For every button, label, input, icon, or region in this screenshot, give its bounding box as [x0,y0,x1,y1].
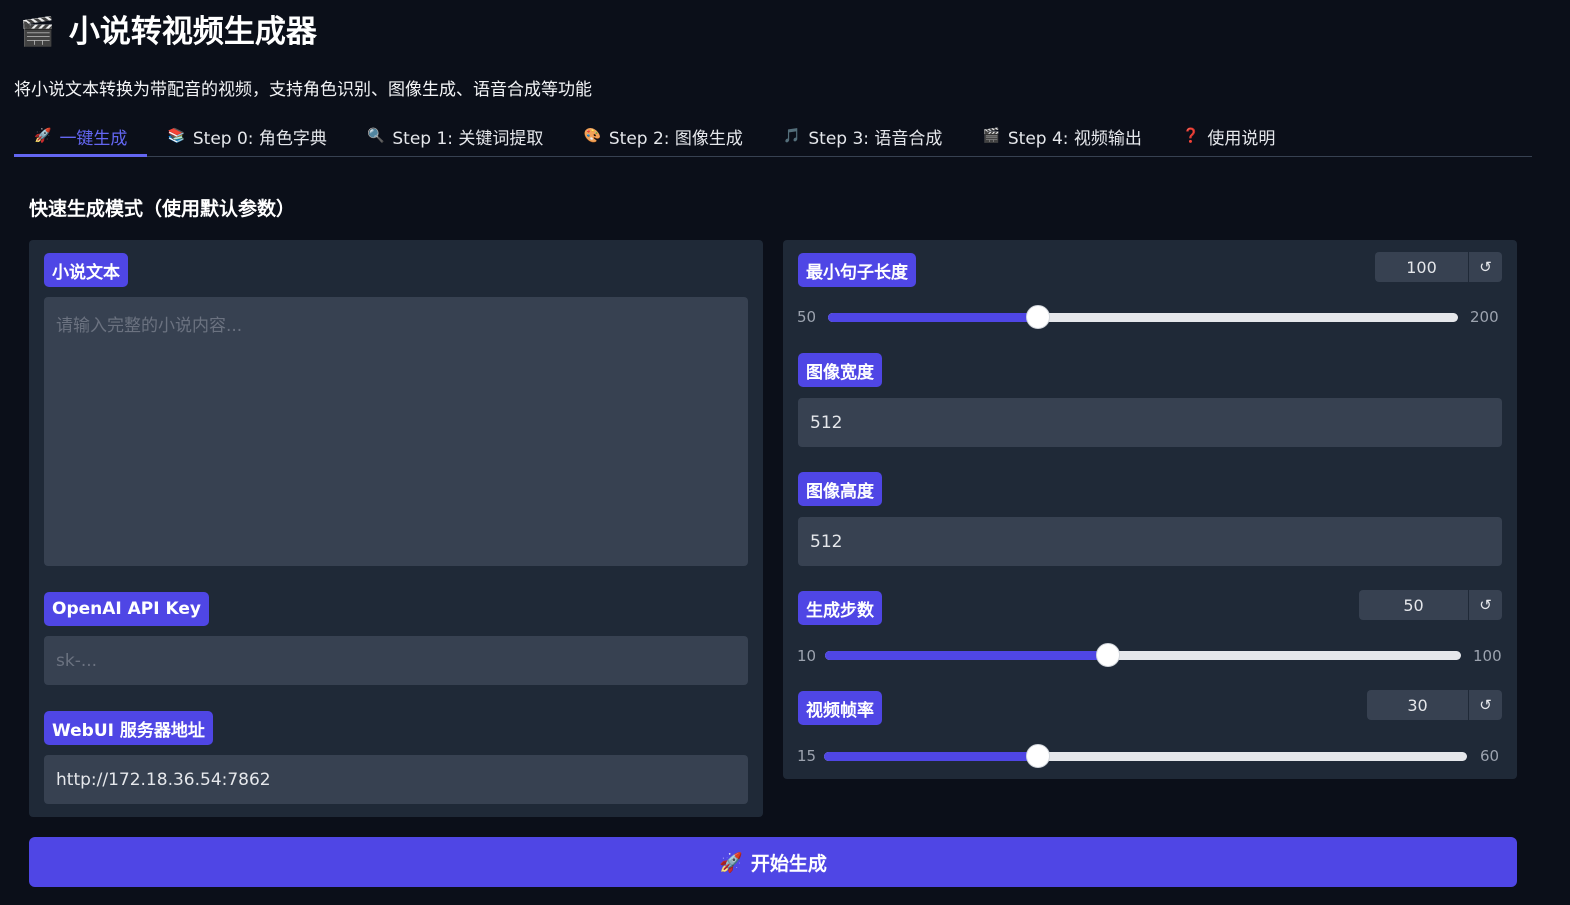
page-title: 小说转视频生成器 [68,14,317,50]
slider-max-label: 100 [1473,647,1502,665]
reset-icon[interactable]: ↺ [1468,252,1502,282]
reset-icon[interactable]: ↺ [1468,590,1502,620]
tab-step3-voice[interactable]: 🎵 Step 3: 语音合成 [763,116,963,156]
tab-label: 使用说明 [1207,128,1276,149]
tab-label: Step 3: 语音合成 [808,128,943,149]
tab-step1-keywords[interactable]: 🔍 Step 1: 关键词提取 [347,116,564,156]
image-width-label: 图像宽度 [798,353,882,387]
tab-bar: 🚀 一键生成 📚 Step 0: 角色字典 🔍 Step 1: 关键词提取 🎨 … [14,116,1532,157]
tab-step4-video[interactable]: 🎬 Step 4: 视频输出 [962,116,1162,156]
slider-min-label: 10 [797,647,817,665]
steps-label: 生成步数 [798,591,882,625]
min-sentence-value[interactable]: 100 [1375,252,1468,282]
novel-text-label: 小说文本 [44,253,128,287]
page-subtitle: 将小说文本转换为带配音的视频，支持角色识别、图像生成、语音合成等功能 [14,80,592,100]
slider-thumb[interactable] [1026,744,1051,768]
tab-label: Step 4: 视频输出 [1007,128,1142,149]
tab-step2-image[interactable]: 🎨 Step 2: 图像生成 [563,116,763,156]
tab-one-click[interactable]: 🚀 一键生成 [14,116,148,157]
image-width-input[interactable]: 512 [798,398,1502,447]
input-panel: 小说文本 请输入完整的小说内容... OpenAI API Key sk-...… [29,240,763,817]
image-height-input[interactable]: 512 [798,517,1502,566]
slider-min-label: 50 [797,308,817,326]
min-sentence-label: 最小句子长度 [798,253,916,287]
tab-help[interactable]: ❓ 使用说明 [1162,116,1295,156]
slider-fill [824,752,1039,761]
clapperboard-icon: 🎬 [982,128,1000,144]
novel-text-input[interactable]: 请输入完整的小说内容... [44,297,748,566]
tab-label: 一键生成 [59,128,128,149]
slider-min-label: 15 [797,747,817,765]
slider-thumb[interactable] [1095,643,1120,667]
tab-label: Step 0: 角色字典 [192,128,327,149]
slider-fill [828,313,1038,322]
tab-label: Step 2: 图像生成 [608,128,743,149]
magnifier-icon: 🔍 [366,128,385,144]
webui-url-input[interactable]: http://172.18.36.54:7862 [44,755,748,804]
fps-value[interactable]: 30 [1367,690,1468,720]
music-note-icon: 🎵 [782,128,801,144]
slider-max-label: 60 [1480,747,1500,765]
tab-step0-character-dict[interactable]: 📚 Step 0: 角色字典 [147,116,347,156]
steps-number: 50 ↺ [1359,590,1502,620]
steps-value[interactable]: 50 [1359,590,1468,620]
app-header: 🎬 小说转视频生成器 [20,12,317,52]
fps-number: 30 ↺ [1367,690,1502,720]
rocket-icon: 🚀 [719,851,743,874]
fps-label: 视频帧率 [798,691,882,725]
slider-max-label: 200 [1470,308,1499,326]
api-key-label: OpenAI API Key [44,592,209,626]
slider-thumb[interactable] [1026,305,1050,329]
palette-icon: 🎨 [583,128,601,144]
webui-label: WebUI 服务器地址 [44,711,213,745]
clapperboard-icon: 🎬 [20,15,55,48]
start-generate-label: 开始生成 [750,852,827,875]
start-generate-button[interactable]: 🚀 开始生成 [29,837,1517,887]
image-height-label: 图像高度 [798,472,882,506]
min-sentence-number: 100 ↺ [1375,252,1502,282]
books-icon: 📚 [167,128,185,144]
params-panel: 最小句子长度 100 ↺ 50 200 图像宽度 512 图像高度 512 生成… [783,240,1517,779]
slider-fill [825,651,1108,660]
rocket-icon: 🚀 [34,128,52,144]
question-icon: ❓ [1181,128,1200,144]
tab-label: Step 1: 关键词提取 [392,128,544,149]
reset-icon[interactable]: ↺ [1468,690,1502,720]
api-key-input[interactable]: sk-... [44,636,748,685]
section-title: 快速生成模式（使用默认参数） [29,198,296,220]
